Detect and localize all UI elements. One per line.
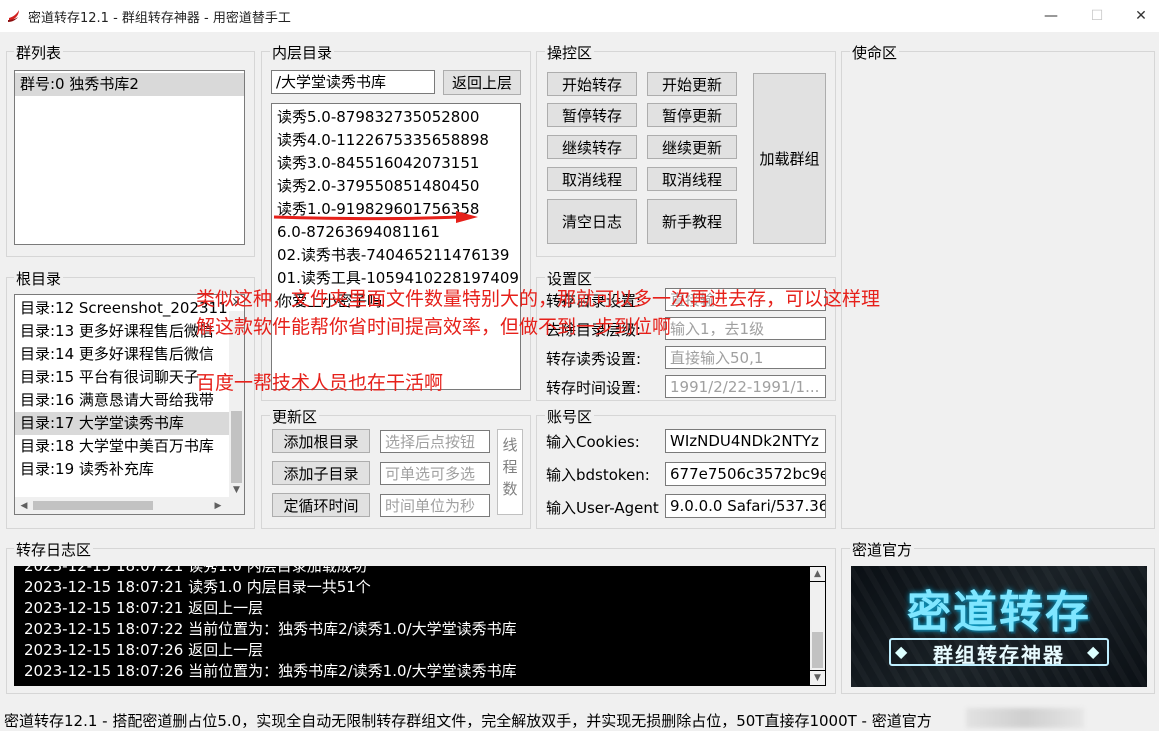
mission-panel (841, 51, 1155, 529)
chevron-right-icon[interactable]: ▶ (211, 498, 225, 513)
log-output[interactable]: 2023-12-15 18:07:21 读秀1.0 内层目录加载成功 2023-… (14, 566, 809, 686)
log-line: 2023-12-15 18:07:21 读秀1.0 内层目录加载成功 (24, 566, 367, 575)
scrollbar-thumb[interactable] (33, 501, 153, 510)
add-root-dir-button[interactable]: 添加根目录 (272, 429, 370, 453)
annotation-line-3: 百度一帮技术人员也在干活啊 (196, 372, 444, 394)
group-listbox[interactable]: 群号:0 独秀书库2 (14, 70, 245, 245)
remove-level-input[interactable]: 输入1，去1级 (665, 317, 826, 340)
log-line: 2023-12-15 18:07:26 返回上一层 (24, 641, 264, 659)
user-agent-input[interactable]: 9.0.0.0 Safari/537.36 (665, 494, 826, 518)
inner-dir-label: 内层目录 (270, 42, 335, 63)
inner-dir-path-input[interactable]: /大学堂读秀书库 (271, 70, 435, 94)
log-label: 转存日志区 (14, 539, 94, 560)
diamond-icon: ◆ (1087, 642, 1100, 661)
chevron-down-icon[interactable]: ▼ (229, 483, 244, 497)
log-line: 2023-12-15 18:07:22 当前位置为：独秀书库2/读秀1.0/大学… (24, 620, 517, 638)
bdstoken-label: 输入bdstoken: (546, 466, 650, 484)
user-agent-label: 输入User-Agent (546, 499, 659, 517)
list-item[interactable]: 目录:14 更多好课程售后微信 (15, 343, 229, 366)
annotation-arrow (273, 211, 478, 223)
set-loop-time-button[interactable]: 定循环时间 (272, 493, 370, 517)
resume-update-button[interactable]: 继续更新 (647, 135, 737, 159)
list-item[interactable]: 读秀2.0-379550851480450 (272, 175, 520, 198)
log-line: 2023-12-15 18:07:26 当前位置为：独秀书库2/读秀1.0/大学… (24, 662, 517, 680)
control-label: 操控区 (545, 42, 595, 63)
official-banner[interactable]: 密道转存 群组转存神器 ◆ ◆ (851, 566, 1147, 687)
update-label: 更新区 (270, 406, 320, 427)
diamond-icon: ◆ (895, 642, 908, 661)
cookies-input[interactable]: WIzNDU4NDk2NTYz (665, 429, 826, 453)
add-child-dir-button[interactable]: 添加子目录 (272, 461, 370, 485)
annotation-line-1: 类似这种，文件夹里面文件数量特别大的，那就可以多一次再进去存，可以这样理 (196, 288, 881, 310)
chevron-left-icon[interactable]: ◀ (17, 498, 31, 513)
time-setting-input[interactable]: 1991/2/22-1991/1... (665, 375, 826, 398)
chevron-up-icon[interactable]: ▲ (810, 567, 825, 581)
dushow-setting-input[interactable]: 直接输入50,1 (665, 346, 826, 369)
app-logo-icon (8, 10, 19, 22)
log-line: 2023-12-15 18:07:21 返回上一层 (24, 599, 264, 617)
cookies-label: 输入Cookies: (546, 433, 640, 451)
start-transfer-button[interactable]: 开始转存 (547, 72, 637, 96)
close-button[interactable]: ✕ (1118, 0, 1159, 32)
maximize-button[interactable]: ☐ (1074, 0, 1120, 32)
list-item[interactable]: 目录:17 大学堂读秀书库 (15, 412, 229, 435)
scrollbar-thumb[interactable] (231, 411, 242, 485)
time-setting-label: 转存时间设置: (546, 379, 642, 397)
status-bar-text: 密道转存12.1 - 搭配密道删占位5.0，实现全自动无限制转存群组文件，完全解… (4, 712, 932, 730)
list-item[interactable]: 读秀4.0-1122675335658898 (272, 129, 520, 152)
load-group-button[interactable]: 加载群组 (753, 73, 826, 244)
root-dir-label: 根目录 (14, 268, 64, 289)
dushow-setting-label: 转存读秀设置: (546, 350, 642, 368)
scrollbar-track[interactable] (810, 582, 825, 670)
add-child-input[interactable]: 可单选可多选 (380, 462, 490, 485)
cancel-update-thread-button[interactable]: 取消线程 (647, 167, 737, 191)
thread-count-label: 线程数 (502, 436, 518, 498)
inner-dir-listbox[interactable]: 读秀5.0-879832735052800 读秀4.0-112267533565… (271, 103, 521, 390)
loop-time-input[interactable]: 时间单位为秒 (380, 494, 490, 517)
annotation-line-2: 解这款软件能帮你省时间提高效率，但做不到一步到位啊 (196, 316, 672, 338)
log-line: 2023-12-15 18:07:21 读秀1.0 内层目录一共51个 (24, 578, 371, 596)
list-item[interactable]: 群号:0 独秀书库2 (15, 73, 244, 96)
log-scrollbar[interactable]: ▲ ▼ (809, 566, 826, 686)
resume-transfer-button[interactable]: 继续转存 (547, 135, 637, 159)
list-item[interactable]: 6.0-87263694081161 (272, 221, 520, 244)
account-label: 账号区 (545, 406, 595, 427)
back-button[interactable]: 返回上层 (443, 70, 521, 95)
banner-title: 密道转存 (907, 587, 1091, 638)
blurred-region (966, 708, 1084, 728)
tutorial-button[interactable]: 新手教程 (647, 199, 737, 244)
add-root-input[interactable]: 选择后点按钮 (380, 430, 490, 453)
chevron-down-icon[interactable]: ▼ (810, 671, 825, 685)
list-item[interactable]: 读秀3.0-845516042073151 (272, 152, 520, 175)
scrollbar-thumb[interactable] (812, 632, 823, 668)
list-item[interactable]: 目录:19 读秀补充库 (15, 458, 229, 481)
thread-count-box[interactable]: 线程数 (497, 429, 523, 515)
window-title: 密道转存12.1 - 群组转存神器 - 用密道替手工 (28, 11, 291, 26)
start-update-button[interactable]: 开始更新 (647, 72, 737, 96)
pause-update-button[interactable]: 暂停更新 (647, 103, 737, 127)
pause-transfer-button[interactable]: 暂停转存 (547, 103, 637, 127)
minimize-button[interactable]: — (1028, 0, 1074, 32)
list-item[interactable]: 目录:18 大学堂中美百万书库 (15, 435, 229, 458)
horizontal-scrollbar[interactable]: ◀ ▶ (15, 497, 244, 514)
cancel-transfer-thread-button[interactable]: 取消线程 (547, 167, 637, 191)
mission-label: 使命区 (850, 42, 900, 63)
bdstoken-input[interactable]: 677e7506c3572bc9e (665, 462, 826, 486)
list-item[interactable]: 读秀5.0-879832735052800 (272, 106, 520, 129)
official-label: 密道官方 (850, 539, 915, 560)
clear-log-button[interactable]: 清空日志 (547, 199, 637, 244)
list-item[interactable]: 02.读秀书表-740465211476139 (272, 244, 520, 267)
group-list-label: 群列表 (14, 42, 64, 63)
